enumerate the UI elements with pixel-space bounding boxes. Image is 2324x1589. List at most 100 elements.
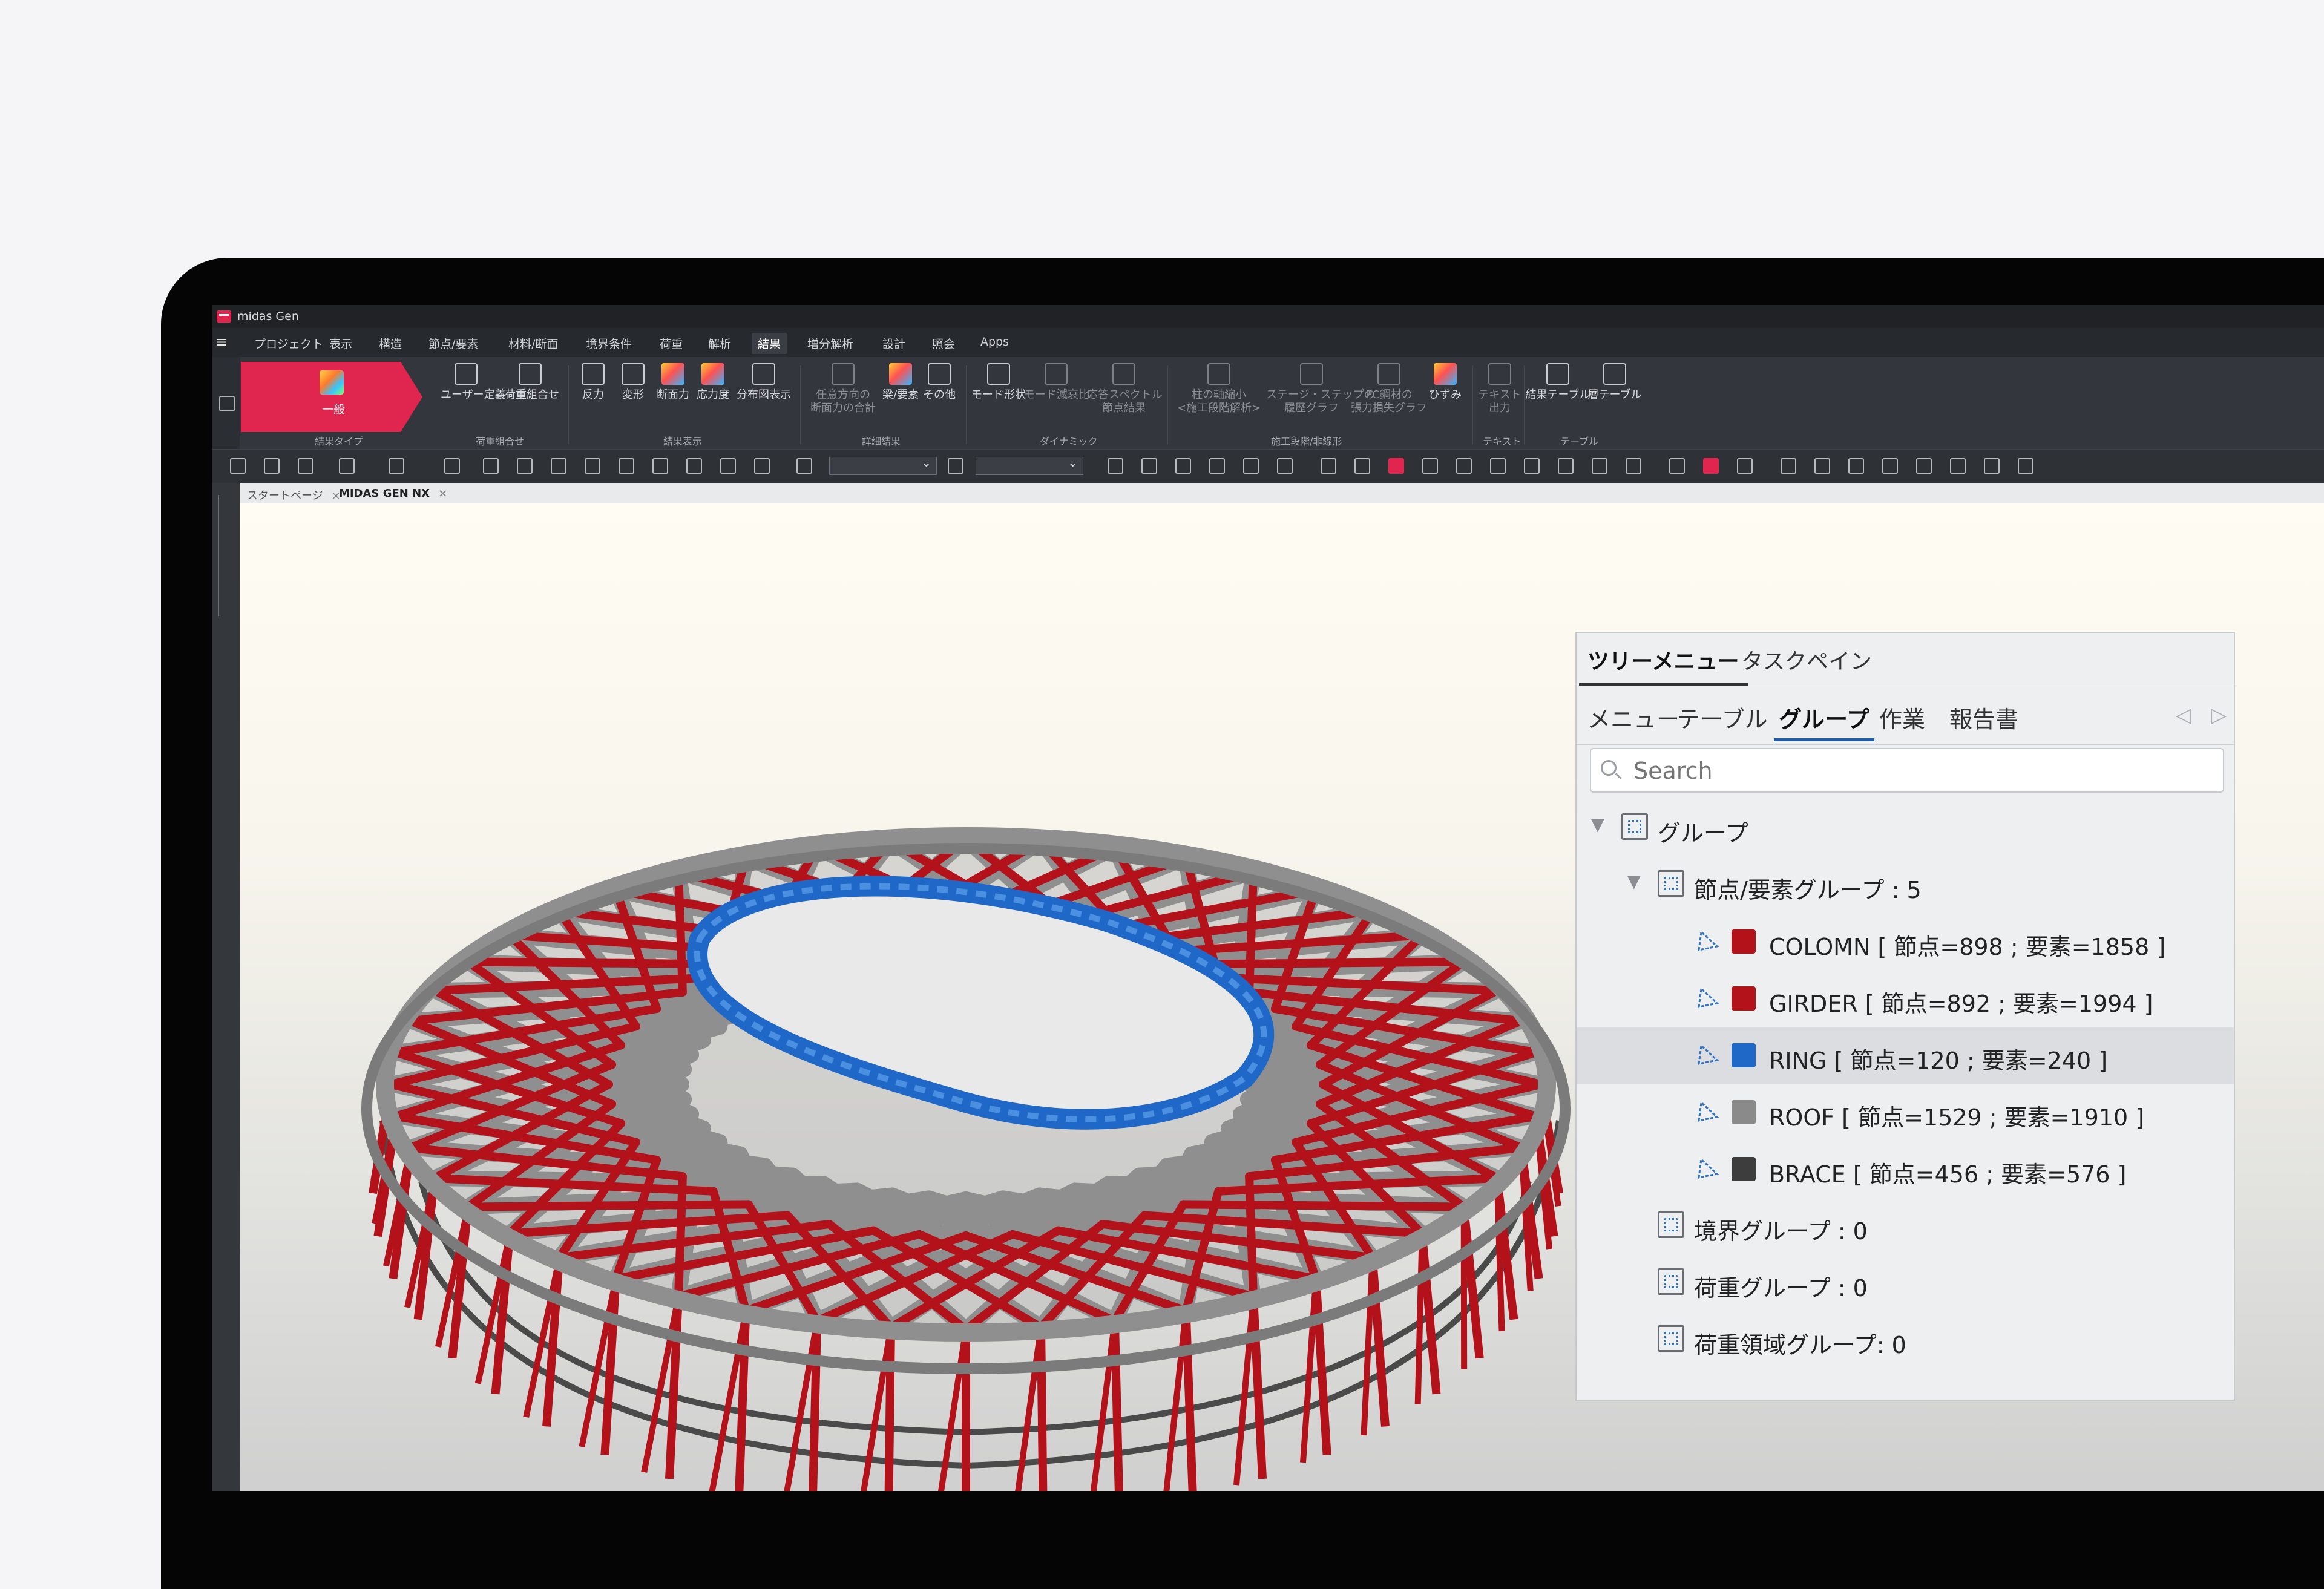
menu-item-project[interactable]: プロジェクト [254,335,323,352]
menu-item-design[interactable]: 設計 [882,335,905,352]
copy-icon[interactable] [444,458,460,474]
open-file-icon[interactable] [264,458,280,474]
view-back-icon[interactable] [1141,458,1157,474]
zoom-in-icon[interactable] [1781,458,1796,474]
tree-node-element-group[interactable]: ▼ 節点/要素グループ : 5 [1577,857,2234,914]
strain-button[interactable]: ひずみ [1422,363,1468,402]
snap-icon[interactable] [1490,458,1506,474]
unlock-icon[interactable] [1737,458,1753,474]
menu-item-boundary[interactable]: 境界条件 [586,335,632,352]
menu-item-view[interactable]: 表示 [329,335,352,352]
menu-item-apps[interactable]: Apps [980,335,1009,349]
distribution-display-button[interactable]: 分布図表示 [734,363,794,402]
tree-root-group[interactable]: ▼ グループ [1577,800,2234,857]
arrow-right-icon[interactable] [1592,458,1607,474]
user-defined-button[interactable]: ユーザー定義 [441,363,491,402]
subtab-work[interactable]: 作業 [1879,701,1925,734]
table-icon[interactable] [1354,458,1370,474]
snap-node-icon[interactable] [1524,458,1540,474]
select-all-icon[interactable] [754,458,770,474]
view-right-icon[interactable] [1209,458,1225,474]
tree-item-brace[interactable]: BRACE [ 節点=456 ; 要素=576 ] [1577,1141,2234,1198]
pan-icon[interactable] [1882,458,1898,474]
menu-item-query[interactable]: 照会 [932,335,955,352]
render-mode-icon[interactable] [1388,458,1404,474]
view-iso-icon[interactable] [1277,458,1293,474]
modal-damping-button[interactable]: モード減衰比 [1024,363,1088,402]
zoom-fit-icon[interactable] [1848,458,1864,474]
expand-triangle-icon[interactable]: ▼ [1627,871,1641,891]
lock-icon[interactable] [1703,458,1719,474]
display-icon[interactable] [1422,458,1438,474]
select-polygon-icon[interactable] [551,458,566,474]
menu-item-material-section[interactable]: 材料/断面 [508,335,558,352]
tab-task-pane[interactable]: タスクペイン [1741,644,1872,675]
search-input[interactable] [1632,754,2216,788]
stress-button[interactable]: 応力度 [690,363,736,402]
grid-icon[interactable] [1321,458,1336,474]
text-output-button[interactable]: テキスト出力 [1475,363,1524,415]
select-icon[interactable] [483,458,499,474]
arbitrary-section-force-button[interactable]: 任意方向の断面力の合計 [806,363,880,415]
menu-item-analysis[interactable]: 解析 [708,335,731,352]
menu-item-structure[interactable]: 構造 [379,335,402,352]
menu-item-results[interactable]: 結果 [752,333,787,354]
column-shortening-button[interactable]: 柱の軸縮小<施工段階解析> [1174,363,1264,415]
print-icon[interactable] [1626,458,1641,474]
undo-icon[interactable] [339,458,355,474]
chevron-right-icon[interactable]: ▷ [2211,703,2227,727]
menu-item-load[interactable]: 荷重 [660,335,683,352]
close-icon[interactable]: × [438,487,447,500]
story-table-button[interactable]: 層テーブル [1584,363,1645,402]
pin-icon[interactable] [219,396,235,411]
view-top-icon[interactable] [1243,458,1259,474]
menu-item-node-element[interactable]: 節点/要素 [428,335,478,352]
subtab-menu[interactable]: メニュー [1587,701,1679,734]
tree-load-group[interactable]: 荷重グループ : 0 [1577,1255,2234,1312]
node-number-icon[interactable] [796,458,812,474]
response-spectrum-button[interactable]: 応答スペクトル節点結果 [1087,363,1161,415]
menu-item-pushover[interactable]: 増分解析 [807,335,853,352]
tree-item-colomn[interactable]: COLOMN [ 節点=898 ; 要素=1858 ] [1577,914,2234,971]
new-file-icon[interactable] [230,458,246,474]
result-type-general-button[interactable]: 一般 [241,362,422,432]
unselect-icon[interactable] [686,458,702,474]
select-window-icon[interactable] [517,458,533,474]
active-all-icon[interactable] [2018,458,2034,474]
hide-icon[interactable] [1916,458,1932,474]
section-force-button[interactable]: 断面力 [650,363,696,402]
tree-load-area-group[interactable]: 荷重領域グループ: 0 [1577,1312,2234,1369]
expand-triangle-icon[interactable]: ▼ [1591,814,1604,834]
node-select-dropdown[interactable] [829,457,937,475]
reaction-button[interactable]: 反力 [570,363,616,402]
tendon-loss-graph-button[interactable]: PC鋼材の張力損失グラフ [1350,363,1428,415]
activate-icon[interactable] [1950,458,1966,474]
view-left-icon[interactable] [1175,458,1191,474]
tab-midas-gen-nx[interactable]: MIDAS GEN NX× [339,487,447,500]
select-volume-icon[interactable] [652,458,668,474]
other-results-button[interactable]: その他 [916,363,962,402]
arrow-icon[interactable] [1558,458,1574,474]
save-file-icon[interactable] [298,458,313,474]
result-table-button[interactable]: 結果テーブル [1525,363,1590,402]
chevron-left-icon[interactable]: ◁ [2176,703,2191,727]
select-intersect-icon[interactable] [585,458,600,474]
tree-item-roof[interactable]: ROOF [ 節点=1529 ; 要素=1910 ] [1577,1084,2234,1141]
dock-tab-handle[interactable] [218,495,232,616]
zoom-out-icon[interactable] [1814,458,1830,474]
subtab-table[interactable]: テーブル [1677,701,1768,734]
tree-item-girder[interactable]: GIRDER [ 節点=892 ; 要素=1994 ] [1577,971,2234,1027]
mode-shape-button[interactable]: モード形状 [970,363,1028,402]
tree-item-ring[interactable]: RING [ 節点=120 ; 要素=240 ] [1577,1027,2234,1084]
redo-icon[interactable] [389,458,404,474]
subtab-group[interactable]: グループ [1779,701,1869,734]
tab-tree-menu[interactable]: ツリーメニュー [1587,644,1739,675]
rotate-icon[interactable] [1669,458,1685,474]
deformation-button[interactable]: 変形 [610,363,656,402]
subtab-report[interactable]: 報告書 [1949,701,2018,734]
hamburger-menu-icon[interactable]: ≡ [215,334,232,350]
tree-boundary-group[interactable]: 境界グループ : 0 [1577,1198,2234,1255]
tab-start-page[interactable]: スタートページ× [247,487,341,503]
select-plane-icon[interactable] [619,458,634,474]
load-combination-button[interactable]: 荷重組合せ [505,363,556,402]
